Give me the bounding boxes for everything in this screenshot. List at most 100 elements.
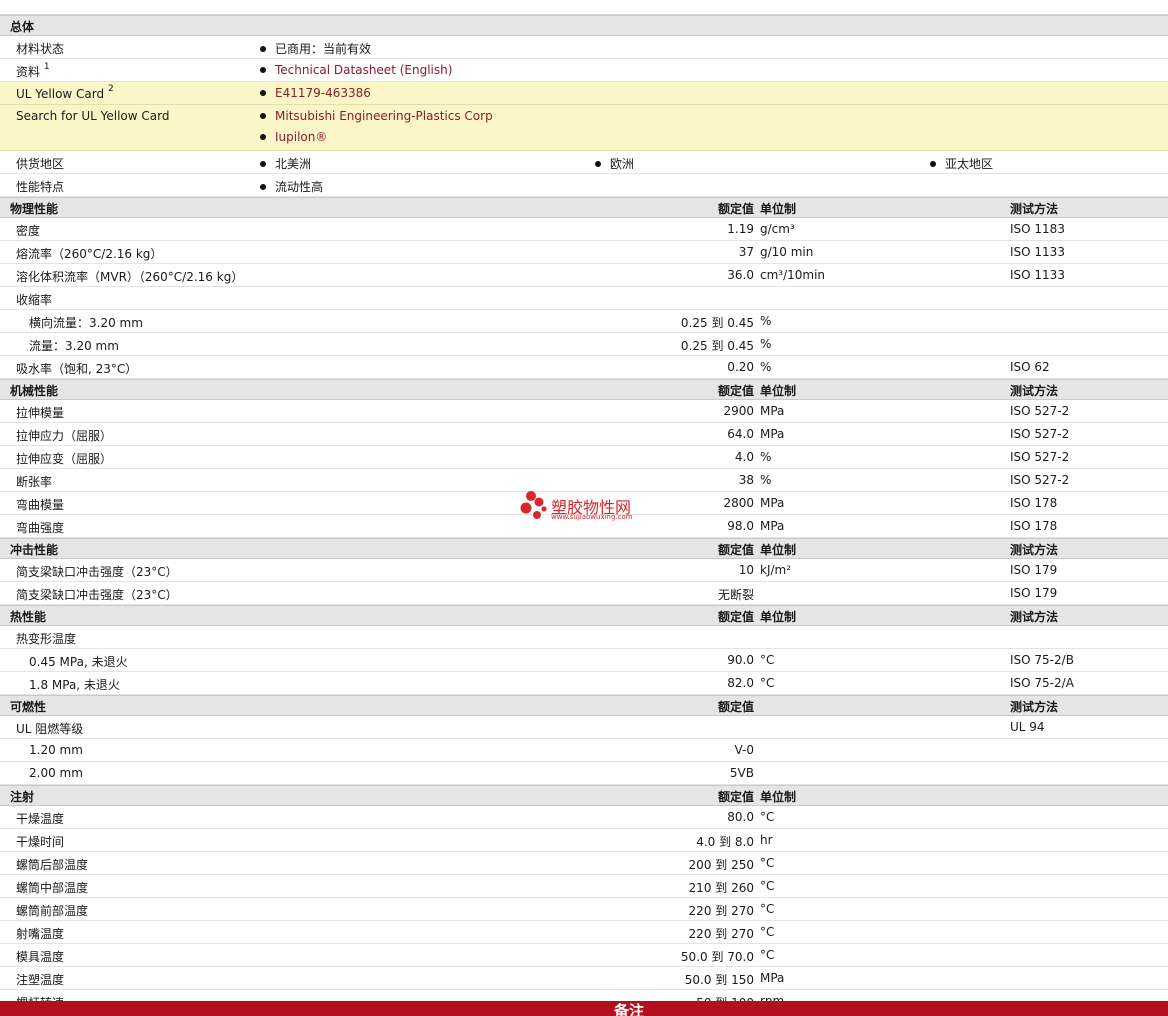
bullet-item: Iupilon® [260, 130, 327, 144]
property-value: 2900 [723, 404, 754, 418]
property-value: 10 [738, 563, 754, 577]
property-unit: °C [760, 810, 775, 824]
property-unit: °C [760, 653, 775, 667]
row-label: 性能特点 [16, 180, 65, 194]
section-title: 注射 [10, 790, 35, 804]
property-label: 弯曲强度 [16, 521, 65, 535]
table-row: 密度 1.19 g/cm³ ISO 1183 [0, 218, 1168, 241]
property-value: 210 到 260 [688, 881, 754, 895]
row-literature: 资料 1 Technical Datasheet (English) [0, 59, 1168, 82]
property-unit: °C [760, 902, 775, 916]
bullet-item: 欧洲 [595, 155, 634, 172]
test-method: ISO 1183 [1010, 222, 1065, 236]
bullet-icon [260, 90, 266, 96]
property-value: 0.25 到 0.45 [680, 339, 754, 353]
property-value: 98.0 [727, 519, 754, 533]
bullet-item: 亚太地区 [930, 155, 993, 172]
section-title: 冲击性能 [10, 543, 59, 557]
property-label: 拉伸模量 [16, 406, 65, 420]
property-value: 37 [738, 245, 754, 259]
table-row: 螺筒后部温度 200 到 250 °C [0, 852, 1168, 875]
property-unit: % [760, 473, 772, 487]
column-header-unit: 单位制 [760, 202, 797, 216]
property-label: 射嘴温度 [16, 927, 65, 941]
manufacturer-link[interactable]: Mitsubishi Engineering-Plastics Corp [275, 109, 493, 123]
row-ul-yellow-card: UL Yellow Card 2 E41179-463386 [0, 82, 1168, 105]
property-label: 1.8 MPa, 未退火 [29, 678, 120, 692]
ul-card-link[interactable]: E41179-463386 [275, 86, 371, 100]
section-header-physical: 物理性能 额定值 单位制 测试方法 [0, 197, 1168, 218]
property-label: 干燥时间 [16, 835, 65, 849]
label-text: UL Yellow Card [16, 87, 105, 101]
bullet-icon [260, 46, 266, 52]
column-header-value: 额定值 [717, 790, 754, 804]
table-row: 1.8 MPa, 未退火 82.0 °C ISO 75-2/A [0, 672, 1168, 695]
property-value: 4.0 [734, 450, 754, 464]
property-label: 注塑温度 [16, 973, 65, 987]
bullet-text: 北美洲 [275, 157, 312, 171]
column-header-method: 测试方法 [1010, 700, 1059, 714]
section-header-general: 总体 [0, 15, 1168, 36]
table-row: 溶化体积流率（MVR）（260°C/2.16 kg） 36.0 cm³/10min I… [0, 264, 1168, 287]
table-row: 1.20 mm V-0 [0, 739, 1168, 762]
bullet-item: Technical Datasheet (English) [260, 63, 452, 77]
property-unit: % [760, 314, 772, 328]
column-header-method: 测试方法 [1010, 610, 1059, 624]
table-row: 模具温度 50.0 到 70.0 °C [0, 944, 1168, 967]
column-header-method: 测试方法 [1010, 384, 1059, 398]
bullet-icon [260, 161, 266, 167]
section-header-mechanical: 机械性能 额定值 单位制 测试方法 [0, 379, 1168, 400]
property-unit: °C [760, 879, 775, 893]
property-value: 2800 [723, 496, 754, 510]
table-row: 简支梁缺口冲击强度（23°C） 10 kJ/m² ISO 179 [0, 559, 1168, 582]
property-value: 1.19 [727, 222, 754, 236]
table-row: 流量：3.20 mm 0.25 到 0.45% [0, 333, 1168, 356]
bullet-item: E41179-463386 [260, 86, 371, 100]
property-value: 64.0 [727, 427, 754, 441]
top-strip [0, 0, 1168, 15]
property-unit: % [760, 360, 772, 374]
property-label: 弯曲模量 [16, 498, 65, 512]
table-row: 射嘴温度 220 到 270 °C [0, 921, 1168, 944]
footnote-marker: 2 [107, 84, 114, 94]
property-unit: °C [760, 676, 775, 690]
property-value: 5VB [729, 766, 754, 780]
bullet-icon [930, 161, 936, 167]
column-header-unit: 单位制 [760, 543, 797, 557]
property-value: 50.0 到 70.0 [680, 950, 754, 964]
row-label: 供货地区 [16, 157, 65, 171]
property-label: 密度 [16, 224, 41, 238]
table-row: 螺筒前部温度 220 到 270 °C [0, 898, 1168, 921]
test-method: ISO 75-2/A [1010, 676, 1074, 690]
row-label: 材料状态 [16, 42, 65, 56]
test-method: ISO 527-2 [1010, 427, 1070, 441]
property-unit: MPa [760, 519, 785, 533]
column-header-method: 测试方法 [1010, 543, 1059, 557]
property-value: 0.25 到 0.45 [680, 316, 754, 330]
table-row: 2.00 mm 5VB [0, 762, 1168, 785]
property-label: 简支梁缺口冲击强度（23°C） [16, 588, 178, 602]
property-unit: kJ/m² [760, 563, 792, 577]
property-label: 拉伸应变（屈服） [16, 452, 113, 466]
property-value: V-0 [734, 743, 754, 757]
table-row: 拉伸模量 2900 MPa ISO 527-2 [0, 400, 1168, 423]
datasheet-link[interactable]: Technical Datasheet (English) [275, 63, 452, 77]
column-header-unit: 单位制 [760, 610, 797, 624]
section-title: 总体 [10, 20, 35, 34]
column-header-value: 额定值 [717, 543, 754, 557]
property-unit: °C [760, 856, 775, 870]
row-search-ul: Search for UL Yellow Card Mitsubishi Eng… [0, 105, 1168, 151]
section-header-injection: 注射 额定值 单位制 [0, 785, 1168, 806]
table-row: 吸水率（饱和, 23°C） 0.20% ISO 62 [0, 356, 1168, 379]
test-method: UL 94 [1010, 720, 1045, 734]
tradename-link[interactable]: Iupilon® [275, 130, 327, 144]
property-label: 流量：3.20 mm [29, 339, 119, 353]
property-value: 80.0 [727, 810, 754, 824]
property-label: 螺筒中部温度 [16, 881, 89, 895]
test-method: ISO 527-2 [1010, 404, 1070, 418]
column-header-unit: 单位制 [760, 790, 797, 804]
property-label: 横向流量：3.20 mm [29, 316, 143, 330]
test-method: ISO 527-2 [1010, 450, 1070, 464]
test-method: ISO 62 [1010, 360, 1050, 374]
footnote-marker: 1 [43, 62, 50, 72]
